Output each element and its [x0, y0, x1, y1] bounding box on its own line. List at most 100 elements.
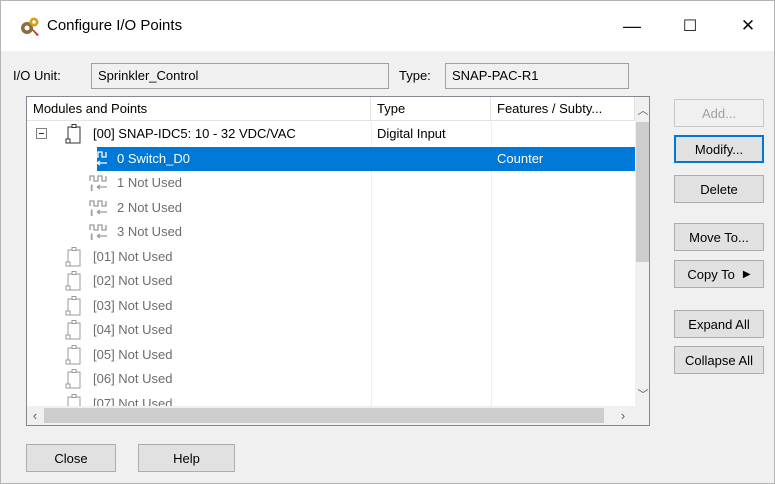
module-row[interactable]: [06] Not Used: [27, 367, 635, 391]
row-type: [371, 220, 491, 244]
module-icon: [65, 124, 83, 144]
delete-button[interactable]: Delete: [674, 175, 764, 203]
row-name: 1 Not Used: [117, 175, 183, 190]
io-point-icon: I: [89, 150, 109, 170]
type-field: SNAP-PAC-R1: [445, 63, 629, 89]
row-name: [02] Not Used: [93, 273, 173, 288]
app-gears-icon: [21, 17, 39, 36]
move-to-button[interactable]: Move To...: [674, 223, 764, 251]
modify-button[interactable]: Modify...: [674, 135, 764, 163]
row-subtype: [491, 343, 635, 367]
row-name: [01] Not Used: [93, 248, 173, 264]
io-unit-label: I/O Unit:: [13, 68, 61, 83]
row-type: [371, 171, 491, 195]
vertical-scroll-thumb[interactable]: [636, 122, 649, 262]
module-row[interactable]: [04] Not Used: [27, 318, 635, 342]
close-window-button[interactable]: ✕: [724, 1, 772, 51]
row-type: [371, 245, 491, 269]
point-row[interactable]: I 3 Not Used: [27, 220, 635, 244]
row-type: [371, 147, 491, 171]
row-subtype: [491, 294, 635, 318]
io-point-icon: I: [89, 174, 109, 194]
module-icon: [65, 393, 83, 406]
vertical-scrollbar[interactable]: ︿ ﹀: [635, 97, 649, 406]
module-row[interactable]: [07] Not Used: [27, 392, 635, 407]
collapse-all-button[interactable]: Collapse All: [674, 346, 764, 374]
row-name: [07] Not Used: [93, 395, 173, 407]
column-header-type[interactable]: Type: [371, 97, 491, 121]
module-icon: [65, 320, 83, 340]
row-type: [371, 196, 491, 220]
point-row[interactable]: I 1 Not Used: [27, 171, 635, 195]
module-icon: [65, 271, 83, 291]
minimize-button[interactable]: —: [608, 1, 656, 51]
module-icon: [65, 295, 83, 316]
row-name: [05] Not Used: [93, 346, 173, 362]
window-title: Configure I/O Points: [47, 17, 183, 34]
io-point-icon: I: [89, 223, 109, 243]
configure-io-points-dialog: Configure I/O Points — ☐ ✕ I/O Unit: Spr…: [0, 0, 775, 484]
horizontal-scrollbar[interactable]: ‹ ›: [27, 406, 635, 425]
row-name: [04] Not Used: [93, 322, 173, 337]
row-subtype: [491, 122, 635, 146]
row-subtype: [491, 220, 635, 244]
scroll-right-icon[interactable]: ›: [615, 407, 631, 424]
close-button[interactable]: Close: [26, 444, 116, 472]
row-name: 2 Not Used: [117, 199, 183, 215]
row-type: Digital Input: [377, 126, 446, 141]
type-label: Type:: [399, 68, 431, 83]
row-subtype: [491, 196, 635, 220]
copy-to-label: Copy To: [687, 266, 735, 282]
module-row[interactable]: [00] SNAP-IDC5: 10 - 32 VDC/VAC Digital I…: [27, 122, 635, 146]
row-name: 3 Not Used: [117, 224, 183, 239]
module-row[interactable]: [02] Not Used: [27, 269, 635, 293]
svg-text:I: I: [90, 184, 93, 192]
row-type: [371, 343, 491, 367]
expand-all-button[interactable]: Expand All: [674, 310, 764, 338]
row-name: 0 Switch_D0: [117, 150, 190, 166]
row-subtype: [491, 367, 635, 391]
row-name: [06] Not Used: [93, 371, 173, 386]
column-header-features[interactable]: Features / Subty...: [491, 97, 635, 121]
svg-text:I: I: [90, 160, 93, 168]
row-type: [371, 392, 491, 407]
row-subtype: [491, 245, 635, 269]
row-subtype: [491, 318, 635, 342]
scroll-down-icon[interactable]: ﹀: [635, 387, 649, 403]
unit-info-row: I/O Unit: Sprinkler_Control Type: SNAP-P…: [13, 63, 653, 89]
title-bar: Configure I/O Points — ☐ ✕: [1, 1, 774, 51]
row-type: [371, 269, 491, 293]
submenu-arrow-icon: ▶: [742, 268, 751, 280]
scroll-up-icon[interactable]: ︿: [635, 103, 649, 119]
row-type: [371, 367, 491, 391]
row-type: [371, 294, 491, 318]
column-header-modules-points[interactable]: Modules and Points: [27, 97, 371, 121]
row-name: [00] SNAP-IDC5: 10 - 32 VDC/VAC: [93, 126, 296, 141]
horizontal-scroll-thumb[interactable]: [44, 408, 604, 423]
svg-text:I: I: [90, 209, 93, 217]
help-button[interactable]: Help: [138, 444, 235, 472]
copy-to-button[interactable]: Copy To ▶: [674, 260, 764, 288]
collapse-toggle-icon[interactable]: [36, 128, 47, 139]
scroll-corner: [635, 406, 649, 425]
module-row[interactable]: [03] Not Used: [27, 294, 635, 318]
row-subtype: [491, 392, 635, 407]
row-subtype: [491, 171, 635, 195]
io-unit-field: Sprinkler_Control: [91, 63, 389, 89]
row-name: [03] Not Used: [93, 297, 173, 313]
maximize-button[interactable]: ☐: [666, 1, 714, 51]
point-row[interactable]: I 2 Not Used: [27, 196, 635, 220]
module-row[interactable]: [05] Not Used: [27, 343, 635, 367]
point-row[interactable]: I 0 Switch_D0 Counter: [27, 146, 635, 171]
row-subtype: [491, 269, 635, 293]
svg-text:I: I: [90, 233, 93, 241]
row-subtype: Counter: [497, 150, 544, 166]
row-type: [371, 318, 491, 342]
list-header: Modules and Points Type Features / Subty…: [27, 97, 635, 121]
modules-points-list[interactable]: Modules and Points Type Features / Subty…: [26, 96, 650, 426]
list-rows: [00] SNAP-IDC5: 10 - 32 VDC/VAC Digital I…: [27, 122, 635, 406]
module-icon: [65, 369, 83, 389]
add-button[interactable]: Add...: [674, 99, 764, 127]
scroll-left-icon[interactable]: ‹: [27, 407, 43, 424]
module-row[interactable]: [01] Not Used: [27, 245, 635, 269]
